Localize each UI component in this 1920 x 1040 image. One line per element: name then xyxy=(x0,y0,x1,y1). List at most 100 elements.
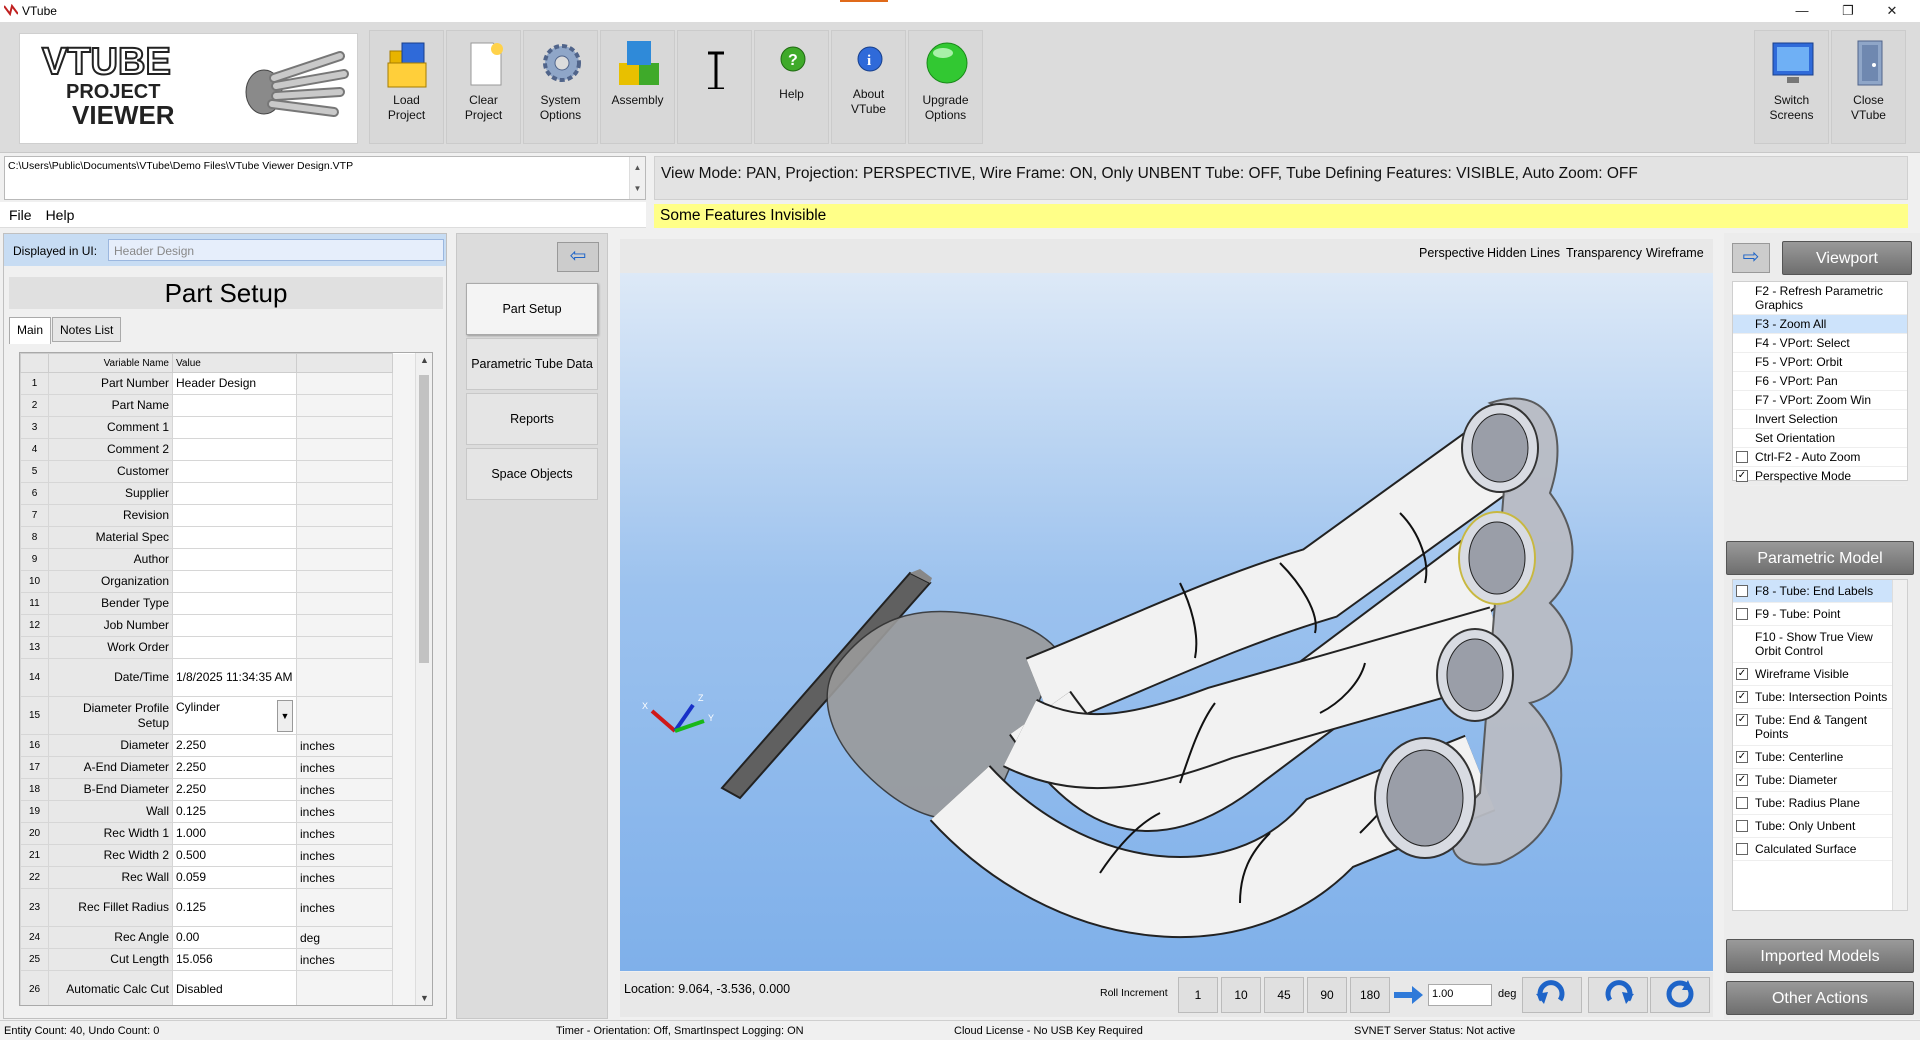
restore-button[interactable]: ❐ xyxy=(1828,0,1868,22)
roll-ccw-button[interactable] xyxy=(1522,977,1582,1013)
parametric-option-item[interactable]: F8 - Tube: End Labels xyxy=(1733,580,1892,603)
value-cell[interactable]: 1.000 xyxy=(172,822,297,845)
value-cell[interactable] xyxy=(172,636,297,659)
nav-part-setup[interactable]: Part Setup xyxy=(466,283,598,335)
parametric-option-item[interactable]: ✓ Tube: Diameter xyxy=(1733,769,1892,792)
roll-cw-button[interactable] xyxy=(1588,977,1648,1013)
grid-scroll-thumb[interactable] xyxy=(419,375,429,663)
table-row[interactable]: 10 Organization xyxy=(20,570,417,593)
table-row[interactable]: 23 Rec Fillet Radius 0.125 inches xyxy=(20,888,417,927)
value-cell[interactable] xyxy=(172,438,297,461)
checkbox-icon[interactable] xyxy=(1736,843,1748,855)
other-actions-section-header[interactable]: Other Actions xyxy=(1726,981,1914,1015)
table-row[interactable]: 21 Rec Width 2 0.500 inches xyxy=(20,844,417,867)
checked-checkbox-icon[interactable]: ✓ xyxy=(1736,691,1748,703)
table-row[interactable]: 16 Diameter 2.250 inches xyxy=(20,734,417,757)
parametric-option-item[interactable]: ✓ Tube: End & Tangent Points xyxy=(1733,709,1892,746)
table-row[interactable]: 12 Job Number xyxy=(20,614,417,637)
value-cell[interactable]: 1/8/2025 11:34:35 AM xyxy=(172,658,297,697)
viewport-action-item[interactable]: Set Orientation xyxy=(1733,429,1907,448)
path-scrollbar[interactable]: ▲ ▼ xyxy=(629,157,645,199)
value-cell[interactable]: Disabled xyxy=(172,970,297,1005)
table-row[interactable]: 13 Work Order xyxy=(20,636,417,659)
value-cell[interactable]: 0.125 xyxy=(172,888,297,927)
scroll-down-icon[interactable]: ▼ xyxy=(630,178,645,199)
table-row[interactable]: 15 Diameter Profile Setup Cylinder ▼ xyxy=(20,696,417,735)
value-cell[interactable] xyxy=(172,592,297,615)
checkbox-icon[interactable] xyxy=(1736,585,1748,597)
scroll-up-icon[interactable]: ▲ xyxy=(630,157,645,178)
viewport-section-header[interactable]: Viewport xyxy=(1782,241,1912,275)
value-cell[interactable]: Cylinder ▼ xyxy=(172,696,297,735)
table-row[interactable]: 11 Bender Type xyxy=(20,592,417,615)
table-row[interactable]: 18 B-End Diameter 2.250 inches xyxy=(20,778,417,801)
checked-checkbox-icon[interactable]: ✓ xyxy=(1736,668,1748,680)
assembly-button[interactable]: Assembly xyxy=(600,30,675,144)
roll-increment-input[interactable]: 1.00 xyxy=(1428,984,1492,1006)
value-cell[interactable]: 2.250 xyxy=(172,756,297,779)
value-cell[interactable]: 2.250 xyxy=(172,734,297,757)
checked-checkbox-icon[interactable]: ✓ xyxy=(1736,774,1748,786)
scroll-up-icon[interactable]: ▲ xyxy=(416,355,432,365)
value-cell[interactable] xyxy=(172,416,297,439)
imported-models-section-header[interactable]: Imported Models xyxy=(1726,939,1914,973)
text-cursor-button[interactable] xyxy=(677,30,752,144)
menu-help[interactable]: Help xyxy=(37,202,80,223)
wireframe-toggle[interactable]: Wireframe xyxy=(1646,246,1704,260)
value-cell[interactable]: Header Design xyxy=(172,372,297,395)
parametric-option-item[interactable]: Calculated Surface xyxy=(1733,838,1892,861)
roll-10-button[interactable]: 10 xyxy=(1221,977,1261,1013)
viewport-action-item[interactable]: Invert Selection xyxy=(1733,410,1907,429)
parametric-model-section-header[interactable]: Parametric Model xyxy=(1726,541,1914,575)
value-cell[interactable]: 0.125 xyxy=(172,800,297,823)
table-row[interactable]: 22 Rec Wall 0.059 inches xyxy=(20,866,417,889)
table-row[interactable]: 7 Revision xyxy=(20,504,417,527)
viewport-action-item[interactable]: F6 - VPort: Pan xyxy=(1733,372,1907,391)
value-cell[interactable]: 0.059 xyxy=(172,866,297,889)
hidden-lines-toggle[interactable]: Hidden Lines xyxy=(1487,246,1560,260)
value-cell[interactable] xyxy=(172,614,297,637)
value-cell[interactable]: 15.056 xyxy=(172,948,297,971)
roll-1-button[interactable]: 1 xyxy=(1178,977,1218,1013)
viewport-action-item[interactable]: F3 - Zoom All xyxy=(1733,315,1907,334)
parametric-option-item[interactable]: ✓ Tube: Centerline xyxy=(1733,746,1892,769)
grid-scrollbar[interactable]: ▲ ▼ xyxy=(415,353,432,1005)
close-vtube-button[interactable]: Close VTube xyxy=(1831,30,1906,144)
transparency-toggle[interactable]: Transparency xyxy=(1566,246,1642,260)
checked-checkbox-icon[interactable]: ✓ xyxy=(1736,470,1748,482)
roll-180-button[interactable]: 180 xyxy=(1350,977,1390,1013)
checkbox-icon[interactable] xyxy=(1736,797,1748,809)
roll-90-button[interactable]: 90 xyxy=(1307,977,1347,1013)
value-cell[interactable] xyxy=(172,504,297,527)
displayed-in-ui-field[interactable]: Header Design xyxy=(108,239,444,261)
viewport-action-item[interactable]: F7 - VPort: Zoom Win xyxy=(1733,391,1907,410)
value-cell[interactable]: 0.500 xyxy=(172,844,297,867)
close-window-button[interactable]: ✕ xyxy=(1872,0,1912,22)
table-row[interactable]: 6 Supplier xyxy=(20,482,417,505)
viewport-action-item[interactable]: Ctrl-F2 - Auto Zoom xyxy=(1733,448,1907,467)
value-cell[interactable]: 0.00 xyxy=(172,926,297,949)
table-row[interactable]: 20 Rec Width 1 1.000 inches xyxy=(20,822,417,845)
value-cell[interactable] xyxy=(172,482,297,505)
value-cell[interactable] xyxy=(172,394,297,417)
parametric-option-item[interactable]: F9 - Tube: Point xyxy=(1733,603,1892,626)
table-row[interactable]: 25 Cut Length 15.056 inches xyxy=(20,948,417,971)
parametric-list-scrollbar[interactable] xyxy=(1892,580,1907,910)
value-cell[interactable] xyxy=(172,526,297,549)
chevron-down-icon[interactable]: ▼ xyxy=(277,699,293,732)
minimize-button[interactable]: — xyxy=(1782,0,1822,22)
system-options-button[interactable]: System Options xyxy=(523,30,598,144)
parametric-option-item[interactable]: Tube: Radius Plane xyxy=(1733,792,1892,815)
table-row[interactable]: 4 Comment 2 xyxy=(20,438,417,461)
value-cell[interactable] xyxy=(172,460,297,483)
upgrade-options-button[interactable]: Upgrade Options xyxy=(908,30,983,144)
table-row[interactable]: 26 Automatic Calc Cut Disabled xyxy=(20,970,417,1005)
table-row[interactable]: 3 Comment 1 xyxy=(20,416,417,439)
3d-viewport[interactable]: X Z Y xyxy=(620,273,1713,971)
checkbox-icon[interactable] xyxy=(1736,451,1748,463)
tab-main[interactable]: Main xyxy=(9,317,52,344)
collapse-right-arrow-icon[interactable]: ⇨ xyxy=(1732,243,1770,273)
checked-checkbox-icon[interactable]: ✓ xyxy=(1736,714,1748,726)
scroll-down-icon[interactable]: ▼ xyxy=(416,993,432,1003)
value-cell[interactable] xyxy=(172,570,297,593)
